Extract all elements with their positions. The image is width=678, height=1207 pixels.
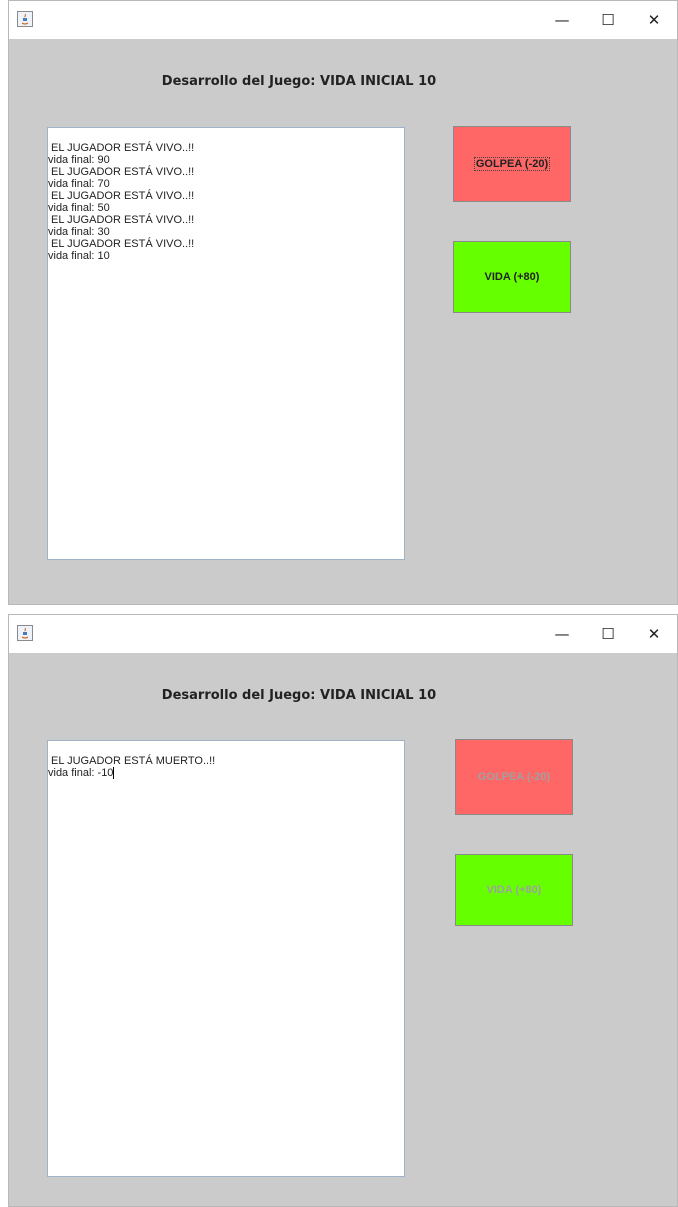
close-icon[interactable]: ✕: [631, 1, 677, 39]
title-bar[interactable]: — ☐ ✕: [9, 1, 677, 39]
log-line: EL JUGADOR ESTÁ VIVO..!!: [51, 238, 195, 250]
java-app-icon: [17, 625, 33, 641]
log-line: vida final: 30: [48, 226, 110, 238]
log-line: EL JUGADOR ESTÁ VIVO..!!: [51, 214, 195, 226]
log-line: vida final: 90: [48, 154, 110, 166]
minimize-icon[interactable]: —: [539, 1, 585, 39]
log-line: vida final: 70: [48, 178, 110, 190]
golpea-button[interactable]: GOLPEA (-20): [453, 126, 571, 202]
page-title: Desarrollo del Juego: VIDA INICIAL 10: [161, 74, 437, 89]
log-line-text: vida final: -10: [48, 767, 114, 779]
game-window-alive: — ☐ ✕ Desarrollo del Juego: VIDA INICIAL…: [8, 0, 678, 605]
page-title: Desarrollo del Juego: VIDA INICIAL 10: [161, 688, 437, 703]
java-app-icon: [17, 11, 33, 27]
vida-button[interactable]: VIDA (+80): [455, 854, 573, 926]
log-line: EL JUGADOR ESTÁ VIVO..!!: [51, 190, 195, 202]
log-line: vida final: 50: [48, 202, 110, 214]
log-text-area[interactable]: EL JUGADOR ESTÁ MUERTO..!! vida final: -…: [47, 740, 405, 1177]
log-line: vida final: -10: [48, 767, 404, 779]
golpea-button-label: GOLPEA (-20): [473, 157, 551, 171]
log-line: EL JUGADOR ESTÁ VIVO..!!: [51, 142, 195, 154]
vida-button-label: VIDA (+80): [486, 884, 542, 896]
log-line: vida final: 10: [48, 250, 110, 262]
vida-button-label: VIDA (+80): [484, 271, 540, 283]
title-bar[interactable]: — ☐ ✕: [9, 615, 677, 653]
maximize-icon[interactable]: ☐: [585, 1, 631, 39]
golpea-button-label: GOLPEA (-20): [477, 771, 551, 783]
game-window-dead: — ☐ ✕ Desarrollo del Juego: VIDA INICIAL…: [8, 614, 678, 1207]
golpea-button[interactable]: GOLPEA (-20): [455, 739, 573, 815]
content-panel: Desarrollo del Juego: VIDA INICIAL 10 EL…: [9, 39, 677, 604]
minimize-icon[interactable]: —: [539, 615, 585, 653]
content-panel: Desarrollo del Juego: VIDA INICIAL 10 EL…: [9, 653, 677, 1206]
maximize-icon[interactable]: ☐: [585, 615, 631, 653]
text-cursor: [113, 767, 115, 779]
close-icon[interactable]: ✕: [631, 615, 677, 653]
log-line: EL JUGADOR ESTÁ MUERTO..!!: [51, 755, 216, 767]
log-line: EL JUGADOR ESTÁ VIVO..!!: [51, 166, 195, 178]
log-text-area[interactable]: EL JUGADOR ESTÁ VIVO..!! vida final: 90 …: [47, 127, 405, 560]
vida-button[interactable]: VIDA (+80): [453, 241, 571, 313]
